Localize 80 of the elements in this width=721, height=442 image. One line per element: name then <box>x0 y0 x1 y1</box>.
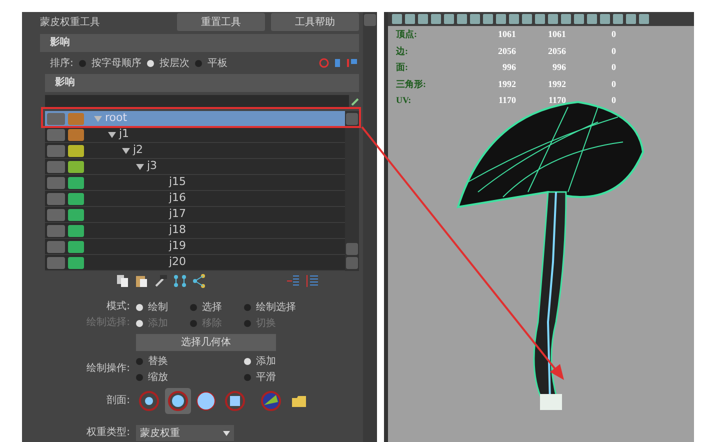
tool-button[interactable]: 工具帮助 <box>271 13 359 31</box>
copy-icon[interactable] <box>116 274 130 288</box>
stat-value: 1170 <box>547 94 566 107</box>
radio-option[interactable]: 平滑 <box>244 370 324 384</box>
joint-name: j3 <box>147 158 158 174</box>
radio-option[interactable]: 绘制 <box>136 300 190 314</box>
stat-value: 1061 <box>497 28 516 41</box>
stat-label: UV: <box>396 94 412 107</box>
radio-option[interactable]: 绘制选择 <box>244 300 324 314</box>
joint-name: j17 <box>169 206 186 222</box>
stat-value: 0 <box>610 28 616 41</box>
radio-option[interactable]: 添加 <box>244 354 324 368</box>
joint-name: j20 <box>169 254 186 270</box>
influence-row[interactable]: j19 <box>45 239 345 255</box>
filter-field[interactable] <box>45 94 348 108</box>
joint-name: j19 <box>169 238 186 254</box>
field-label: 权重类型: <box>86 426 131 440</box>
joint-name: j15 <box>169 174 186 190</box>
paste-icon[interactable] <box>135 274 149 288</box>
stat-value: 0 <box>610 94 616 107</box>
radio-option[interactable]: 按字母顺序 <box>79 56 142 70</box>
stat-value: 0 <box>610 44 616 58</box>
influence-row[interactable]: j2 <box>45 143 345 159</box>
stat-value: 0 <box>610 78 616 90</box>
radio-option[interactable]: 按层次 <box>147 56 190 70</box>
joint-chain-icon[interactable] <box>173 274 187 288</box>
field-label: 绘制操作: <box>86 362 131 376</box>
radio-option[interactable]: 替换 <box>136 354 244 368</box>
weight-type-dropdown[interactable]: 蒙皮权重 <box>136 425 234 441</box>
stat-label: 三角形: <box>396 78 427 90</box>
gaussian-brush-icon[interactable] <box>164 388 190 414</box>
influence-row[interactable]: j15 <box>45 175 345 191</box>
joint-name: root <box>105 110 128 126</box>
soft-brush-icon[interactable] <box>136 388 162 414</box>
tool-button[interactable]: 重置工具 <box>177 13 265 31</box>
stat-value: 1992 <box>497 78 516 90</box>
radio-option[interactable]: 选择 <box>190 300 244 314</box>
pin-icon[interactable] <box>351 98 359 106</box>
expand-list-icon[interactable] <box>305 274 319 288</box>
influence-row[interactable]: j17 <box>45 207 345 223</box>
scrollbar[interactable] <box>363 12 377 442</box>
stat-value: 1170 <box>497 94 516 107</box>
joint-name: j2 <box>133 142 144 158</box>
field-label: 模式: <box>106 300 131 314</box>
radio-option[interactable]: 缩放 <box>136 370 244 384</box>
stat-label: 顶点: <box>396 28 418 41</box>
section-header[interactable]: 影响 <box>40 34 359 52</box>
stat-value: 2056 <box>497 44 516 58</box>
sort-label: 排序: <box>50 56 74 70</box>
stat-value: 996 <box>502 61 516 74</box>
radio-option[interactable]: 平板 <box>195 56 228 70</box>
expander-icon[interactable] <box>136 164 144 170</box>
stat-value: 1061 <box>547 28 566 41</box>
hammer-icon[interactable] <box>154 274 168 288</box>
influence-row[interactable]: j16 <box>45 191 345 207</box>
list-header: 影响 <box>45 74 359 92</box>
joint-branch-icon[interactable] <box>192 274 206 288</box>
tool-title: 蒙皮权重工具 <box>40 16 101 30</box>
stat-label: 边: <box>396 44 409 58</box>
stat-value: 0 <box>610 61 616 74</box>
expander-icon[interactable] <box>108 132 116 138</box>
joint-name: j18 <box>169 222 186 238</box>
image-brush-icon[interactable] <box>258 388 284 414</box>
folder-icon[interactable] <box>292 396 306 406</box>
influence-row[interactable]: j20 <box>45 255 345 271</box>
select-geometry-button[interactable]: 选择几何体 <box>136 334 276 350</box>
joint-name: j16 <box>169 190 186 206</box>
stat-value: 2056 <box>547 44 566 58</box>
sort-tools-icon[interactable] <box>319 58 359 68</box>
list-scrollbar[interactable] <box>345 111 359 271</box>
expander-icon[interactable] <box>122 148 130 154</box>
collapse-list-icon[interactable] <box>286 274 300 288</box>
joint-name: j1 <box>119 126 130 142</box>
influence-row[interactable]: j3 <box>45 159 345 175</box>
stat-value: 1992 <box>547 78 566 90</box>
influence-row[interactable]: j1 <box>45 127 345 143</box>
influence-row[interactable]: j18 <box>45 223 345 239</box>
stat-label: 面: <box>396 61 409 74</box>
field-label: 剖面: <box>106 394 131 408</box>
stat-value: 996 <box>552 61 566 74</box>
